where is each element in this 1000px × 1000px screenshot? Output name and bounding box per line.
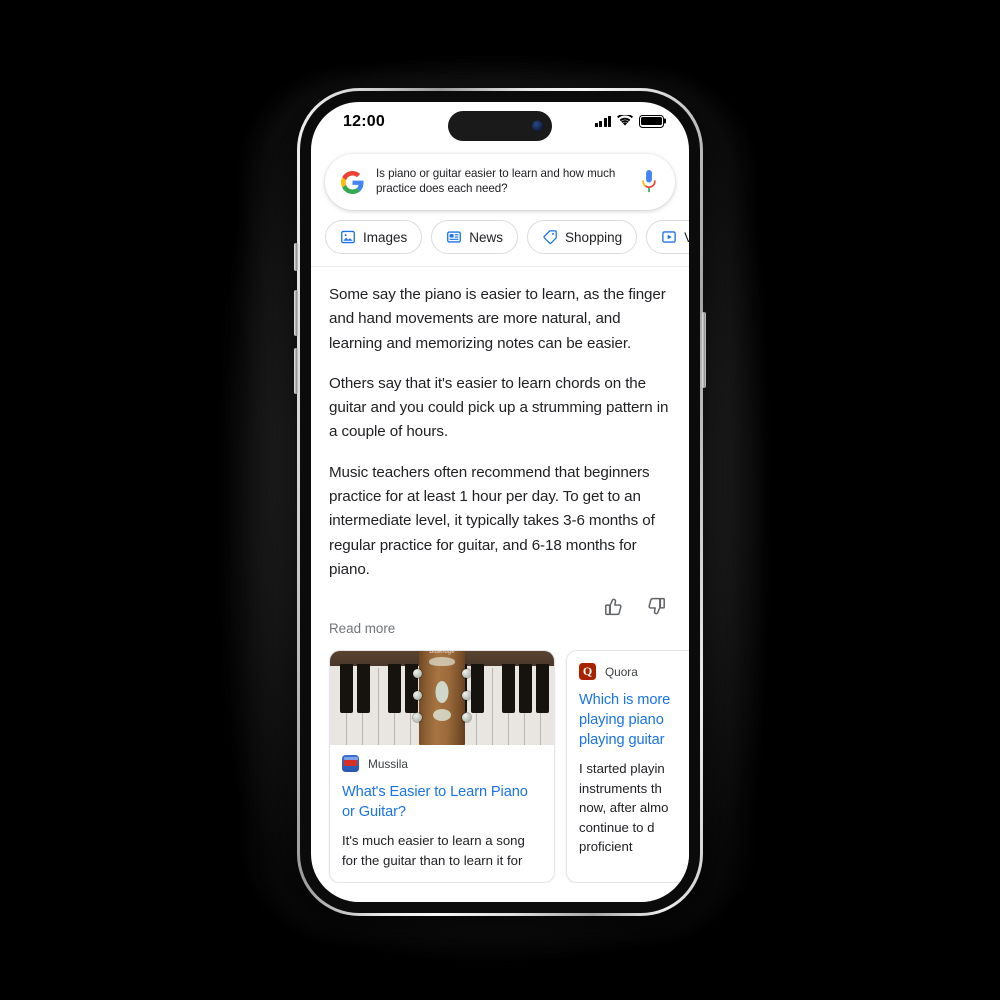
card-snippet-line: continue to d [579, 819, 655, 835]
card-snippet-line: proficient [579, 839, 633, 855]
filter-chips-row[interactable]: Images News Shopping V [311, 220, 689, 266]
card-source-name: Quora [605, 664, 638, 679]
google-g-logo [341, 170, 364, 194]
chip-videos[interactable]: Videos [646, 220, 689, 254]
feedback-buttons[interactable] [311, 582, 689, 617]
status-bar: 12:00 [311, 102, 689, 148]
wifi-icon [617, 115, 633, 126]
dynamic-island [448, 111, 552, 141]
card-source-row: Mussila [342, 755, 542, 773]
card-body: Mussila What's Easier to Learn Piano or … [330, 745, 554, 882]
card-snippet-line: instruments th [579, 780, 662, 796]
silent-switch-button[interactable] [294, 243, 298, 271]
source-card-quora[interactable]: Q Quora Which is more playing piano play… [566, 650, 689, 884]
cellular-signal-icon [594, 115, 611, 128]
card-source-name: Mussila [368, 756, 408, 771]
microphone-icon[interactable] [639, 169, 659, 196]
source-cards-carousel[interactable]: Blueridge Mussila What's Easier to Learn… [311, 636, 689, 884]
screenshot-stage: 12:00 Is piano or guitar easier to learn… [0, 0, 1000, 1000]
answer-paragraph: Music teachers often recommend that begi… [329, 463, 655, 578]
read-more-link[interactable]: Read more [311, 617, 689, 636]
thumbs-up-icon[interactable] [603, 596, 624, 617]
card-title-line: Which is more [579, 692, 671, 709]
card-title-line: playing piano [579, 712, 664, 729]
answer-paragraph: Others say that it's easier to learn cho… [329, 374, 669, 441]
card-title-line: playing guitar [579, 732, 665, 749]
video-icon [662, 231, 676, 243]
answer-paragraph: Some say the piano is easier to learn, a… [329, 286, 666, 352]
chip-images[interactable]: Images [325, 220, 423, 254]
status-bar-time: 12:00 [343, 113, 385, 130]
chip-label: Shopping [565, 229, 623, 245]
battery-icon [639, 115, 664, 128]
card-snippet-line: now, after almo [579, 800, 669, 816]
quora-favicon: Q [579, 663, 596, 681]
mussila-favicon [342, 755, 359, 773]
source-card-mussila[interactable]: Blueridge Mussila What's Easier to Learn… [329, 650, 555, 884]
chip-label: Images [363, 229, 408, 245]
volume-down-button[interactable] [294, 348, 298, 394]
status-bar-indicators [594, 115, 664, 128]
chip-label: News [469, 229, 504, 245]
card-snippet: It's much easier to learn a song for the… [342, 833, 525, 868]
search-bar-container: Is piano or guitar easier to learn and h… [311, 148, 689, 220]
phone-bezel: 12:00 Is piano or guitar easier to learn… [300, 91, 700, 913]
card-thumbnail-image: Blueridge [330, 651, 554, 746]
card-source-row: Q Quora [579, 663, 689, 681]
guitar-headstock-graphic: Blueridge [413, 651, 471, 746]
card-title-link[interactable]: What's Easier to Learn Piano or Guitar? [342, 782, 542, 822]
image-icon [341, 230, 355, 244]
news-icon [447, 231, 462, 243]
card-body: Q Quora Which is more playing piano play… [567, 651, 689, 869]
power-button[interactable] [702, 312, 706, 388]
card-title-link[interactable]: Which is more playing piano playing guit… [579, 690, 689, 750]
front-camera-icon [532, 120, 543, 132]
chip-news[interactable]: News [431, 220, 519, 254]
card-snippet-line: I started playin [579, 761, 665, 777]
volume-up-button[interactable] [294, 290, 298, 336]
card-snippet: I started playin instruments th now, aft… [579, 759, 689, 857]
search-bar[interactable]: Is piano or guitar easier to learn and h… [325, 154, 675, 210]
ai-answer-body: Some say the piano is easier to learn, a… [311, 267, 689, 582]
tag-icon [543, 230, 557, 244]
phone-screen: 12:00 Is piano or guitar easier to learn… [311, 102, 689, 902]
chip-label: Videos [684, 229, 689, 245]
phone-device: 12:00 Is piano or guitar easier to learn… [297, 88, 703, 916]
thumbs-down-icon[interactable] [646, 596, 667, 617]
chip-shopping[interactable]: Shopping [527, 220, 638, 254]
search-query-text: Is piano or guitar easier to learn and h… [376, 167, 616, 195]
